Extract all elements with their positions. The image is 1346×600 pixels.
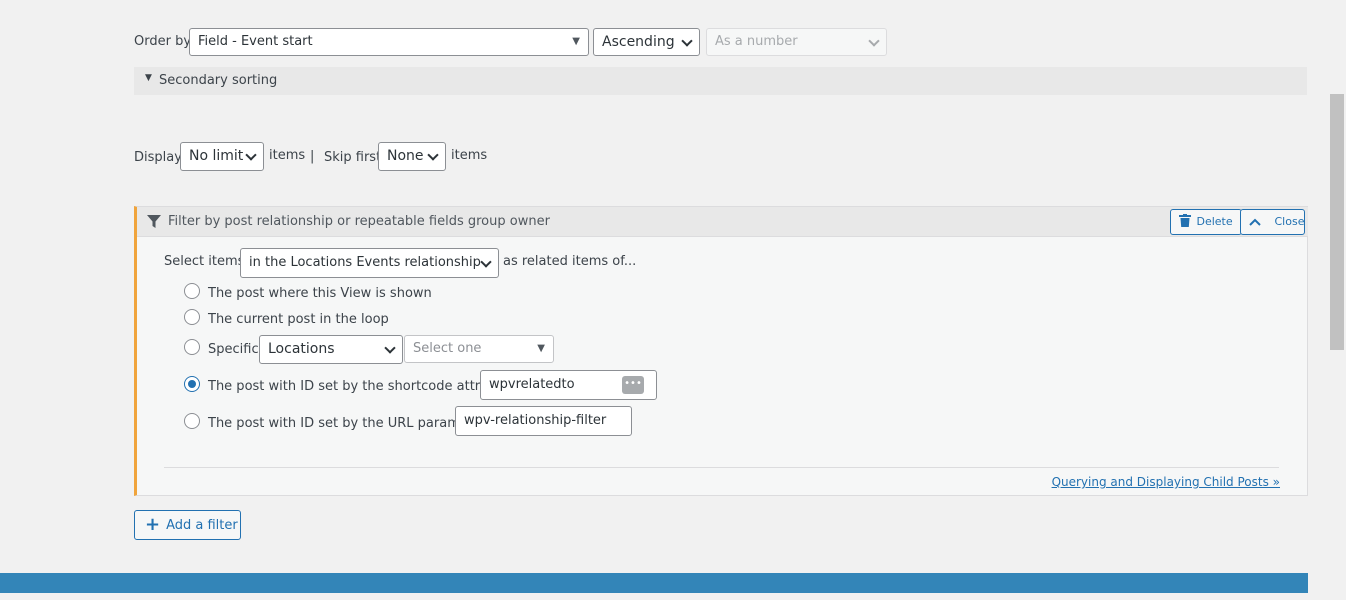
secondary-sorting-toggle[interactable]: ▼ Secondary sorting (134, 67, 1307, 95)
chevron-down-icon (384, 342, 396, 354)
skip-first-select[interactable]: None (378, 142, 446, 171)
display-label: Display (134, 150, 182, 165)
order-by-label: Order by (134, 34, 192, 49)
specific-post-placeholder: Select one (413, 341, 482, 356)
more-options-icon[interactable]: ••• (622, 376, 644, 394)
radio-shortcode-attribute[interactable] (184, 376, 200, 392)
chevron-down-icon (681, 35, 693, 47)
scrollbar-track[interactable] (1328, 94, 1346, 600)
order-direction-select[interactable]: Ascending (593, 28, 700, 56)
radio-url-parameter[interactable] (184, 413, 200, 429)
chevron-up-icon (1249, 218, 1261, 226)
delete-label: Delete (1196, 215, 1233, 228)
option-current-post-loop-label: The current post in the loop (208, 312, 389, 327)
bottom-section-bar (0, 573, 1308, 593)
option-specific-label: Specific: (208, 342, 263, 357)
order-type-value: As a number (715, 34, 798, 49)
option-post-where-shown-label: The post where this View is shown (208, 286, 432, 301)
radio-post-where-shown[interactable] (184, 283, 200, 299)
filter-title: Filter by post relationship or repeatabl… (168, 214, 550, 229)
order-direction-value: Ascending (602, 34, 675, 50)
url-parameter-value: wpv-relationship-filter (464, 413, 607, 428)
caret-down-icon: ▼ (145, 73, 152, 83)
order-field-select[interactable]: Field - Event start ▼ (189, 28, 589, 56)
relationship-value: in the Locations Events relationship (249, 255, 481, 270)
chevron-down-icon (245, 149, 257, 161)
shortcode-attribute-value: wpvrelatedto (489, 377, 575, 392)
specific-post-type-value: Locations (268, 341, 335, 357)
add-filter-label: Add a filter (166, 518, 238, 533)
help-link-child-posts[interactable]: Querying and Displaying Child Posts » (1052, 475, 1280, 489)
trash-icon (1179, 214, 1191, 227)
divider (164, 467, 1279, 468)
separator: | (310, 149, 315, 164)
specific-post-select[interactable]: Select one ▼ (404, 335, 554, 363)
funnel-icon (147, 215, 161, 228)
skip-first-value: None (387, 148, 424, 164)
plus-icon: + (145, 514, 161, 535)
close-filter-button[interactable]: Close (1240, 209, 1305, 235)
chevron-down-icon (868, 35, 880, 47)
option-shortcode-attribute-label: The post with ID set by the shortcode at… (208, 379, 514, 394)
add-filter-button[interactable]: + Add a filter (134, 510, 241, 540)
related-items-of-label: as related items of... (503, 254, 637, 269)
secondary-sorting-label: Secondary sorting (159, 73, 278, 88)
relationship-select[interactable]: in the Locations Events relationship (240, 248, 499, 278)
scrollbar-thumb[interactable] (1330, 94, 1344, 350)
select-items-label: Select items (164, 254, 245, 269)
items-label-2: items (451, 148, 488, 163)
display-limit-value: No limit (189, 148, 244, 164)
delete-filter-button[interactable]: Delete (1170, 209, 1242, 235)
shortcode-attribute-input[interactable]: wpvrelatedto ••• (480, 370, 657, 400)
relationship-filter-panel: Filter by post relationship or repeatabl… (134, 206, 1308, 496)
caret-down-icon: ▼ (537, 343, 545, 354)
chevron-down-icon (427, 149, 439, 161)
url-parameter-input[interactable]: wpv-relationship-filter (455, 406, 632, 436)
caret-down-icon: ▼ (572, 36, 580, 47)
specific-post-type-select[interactable]: Locations (259, 335, 403, 364)
skip-first-label: Skip first (324, 150, 382, 165)
radio-current-post-loop[interactable] (184, 309, 200, 325)
display-limit-select[interactable]: No limit (180, 142, 264, 171)
radio-specific[interactable] (184, 339, 200, 355)
chevron-down-icon (480, 256, 492, 268)
option-url-parameter-label: The post with ID set by the URL paramete… (208, 416, 487, 431)
filter-header: Filter by post relationship or repeatabl… (137, 207, 1308, 237)
close-label: Close (1274, 215, 1305, 228)
order-field-value: Field - Event start (198, 34, 313, 49)
order-type-select[interactable]: As a number (706, 28, 887, 56)
items-label: items (269, 148, 306, 163)
